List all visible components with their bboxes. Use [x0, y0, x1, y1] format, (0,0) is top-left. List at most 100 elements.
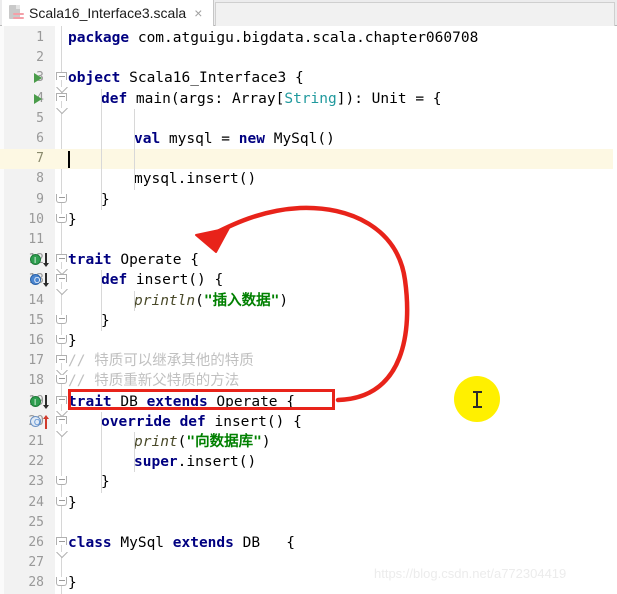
code-text[interactable]: }: [68, 331, 77, 351]
indent-guide: [101, 270, 102, 331]
token-kw: new: [238, 131, 265, 147]
line-number: 2: [36, 50, 44, 66]
code-line-14[interactable]: 14 println("插入数据"): [0, 291, 617, 311]
code-text[interactable]: trait Operate {: [68, 250, 199, 270]
code-line-24[interactable]: 24}: [0, 493, 617, 513]
close-icon[interactable]: ×: [194, 6, 202, 20]
fold-collapse-icon[interactable]: [55, 415, 68, 438]
token-cmt: // 特质重新父特质的方法: [68, 373, 240, 390]
fold-end-icon[interactable]: [55, 335, 68, 348]
code-editor[interactable]: 1 package com.atguigu.bigdata.scala.chapt…: [0, 26, 617, 594]
token-kw: def: [101, 90, 128, 107]
implemented-by-icon[interactable]: O: [30, 273, 51, 288]
fold-end-icon[interactable]: [55, 577, 68, 590]
code-text[interactable]: println("插入数据"): [134, 291, 288, 311]
tab-scala16-interface3[interactable]: Scala16_Interface3.scala ×: [2, 0, 214, 26]
code-text[interactable]: // 特质重新父特质的方法: [68, 371, 239, 391]
mouse-cursor-highlight: [454, 376, 500, 422]
fold-end-icon[interactable]: [55, 193, 68, 207]
code-text[interactable]: }: [68, 573, 77, 593]
fold-collapse-icon[interactable]: [55, 537, 68, 559]
token-kw: extends: [146, 393, 208, 410]
code-text[interactable]: }: [101, 190, 110, 210]
run-icon[interactable]: [34, 93, 42, 104]
code-line-22[interactable]: 22 super.insert(): [0, 452, 617, 472]
fold-collapse-icon[interactable]: [55, 274, 68, 296]
code-text[interactable]: package com.atguigu.bigdata.scala.chapte…: [68, 28, 478, 48]
code-text[interactable]: }: [101, 472, 110, 492]
code-line-23[interactable]: 23}: [0, 472, 617, 492]
fold-end-icon[interactable]: [55, 496, 68, 510]
code-line-1[interactable]: 1 package com.atguigu.bigdata.scala.chapt…: [0, 28, 617, 48]
token-kw: package: [68, 30, 130, 46]
code-line-3[interactable]: 3 object Scala16_Interface3 {: [0, 68, 617, 88]
code-line-5[interactable]: 5: [0, 109, 617, 129]
code-text[interactable]: val mysql = new MySql(): [134, 129, 335, 149]
token-pl: DB {: [233, 535, 295, 551]
code-text[interactable]: mysql.insert(): [134, 169, 256, 189]
fold-end-icon[interactable]: [55, 375, 68, 388]
code-line-26[interactable]: 26 class MySql extends DB {: [0, 533, 617, 553]
token-pl: ]): Unit = {: [336, 90, 442, 107]
token-pl: }: [101, 312, 110, 329]
line-number: 27: [28, 555, 44, 571]
code-text[interactable]: override def insert() {: [101, 412, 302, 432]
code-text[interactable]: }: [101, 311, 110, 331]
line-number: 26: [28, 535, 44, 550]
marker-dot-icon: O: [30, 415, 41, 427]
code-text[interactable]: super.insert(): [134, 452, 256, 472]
token-pl: mysql =: [160, 131, 239, 147]
code-text[interactable]: object Scala16_Interface3 {: [68, 68, 304, 88]
fold-end-icon[interactable]: [55, 314, 68, 328]
fold-collapse-icon[interactable]: [55, 395, 68, 417]
code-text[interactable]: trait DB extends Operate {: [68, 392, 295, 412]
overriding-method-icon[interactable]: O: [30, 414, 51, 429]
scroll-gutter[interactable]: [613, 26, 617, 594]
code-line-21[interactable]: 21 print("向数据库"): [0, 432, 617, 452]
token-pl: Operate {: [207, 393, 295, 410]
code-line-10[interactable]: 10}: [0, 210, 617, 230]
line-number: 18: [28, 373, 44, 389]
code-line-11[interactable]: 11: [0, 230, 617, 250]
code-line-25[interactable]: 25: [0, 513, 617, 533]
token-pl: ): [279, 292, 289, 309]
code-line-8[interactable]: 8 mysql.insert(): [0, 169, 617, 189]
code-line-12[interactable]: 12trait Operate {: [0, 250, 617, 270]
code-text[interactable]: }: [68, 210, 77, 230]
implemented-by-icon[interactable]: I: [30, 394, 51, 409]
code-line-16[interactable]: 16}: [0, 331, 617, 351]
code-line-7[interactable]: 7: [0, 149, 617, 170]
code-line-4[interactable]: 4 def main(args: Array[String]): Unit = {: [0, 89, 617, 109]
code-line-6[interactable]: 6 val mysql = new MySql(): [0, 129, 617, 149]
token-pl: MySql(): [264, 131, 335, 147]
code-text[interactable]: // 特质可以继承其他的特质: [68, 351, 254, 371]
code-text[interactable]: class MySql extends DB {: [68, 533, 295, 553]
token-it: println: [134, 292, 196, 309]
arrow-down-icon: [42, 394, 49, 409]
implemented-by-icon[interactable]: I: [30, 253, 51, 268]
token-typ: String: [284, 90, 337, 107]
run-icon[interactable]: [34, 73, 42, 84]
token-pl: }: [101, 474, 110, 491]
code-line-19[interactable]: 19trait DB extends Operate {: [0, 392, 617, 412]
code-text[interactable]: def main(args: Array[String]): Unit = {: [101, 89, 442, 109]
code-text[interactable]: print("向数据库"): [134, 432, 271, 452]
code-line-2[interactable]: 2: [0, 48, 617, 68]
fold-end-icon[interactable]: [55, 213, 68, 227]
code-line-17[interactable]: 17 // 特质可以继承其他的特质: [0, 351, 617, 371]
fold-collapse-icon[interactable]: [55, 355, 68, 377]
line-number: 16: [28, 333, 44, 348]
code-line-20[interactable]: 20override def insert() {: [0, 412, 617, 432]
code-line-9[interactable]: 9}: [0, 190, 617, 210]
code-line-18[interactable]: 18 // 特质重新父特质的方法: [0, 371, 617, 391]
tab-label: Scala16_Interface3.scala: [29, 5, 187, 21]
fold-collapse-icon[interactable]: [55, 72, 68, 94]
code-text[interactable]: def insert() {: [101, 270, 223, 290]
code-text[interactable]: }: [68, 493, 77, 513]
code-line-13[interactable]: 13def insert() {: [0, 270, 617, 290]
fold-end-icon[interactable]: [55, 476, 68, 489]
fold-collapse-icon[interactable]: [55, 254, 68, 276]
fold-collapse-icon[interactable]: [55, 92, 68, 114]
code-line-15[interactable]: 15}: [0, 311, 617, 331]
token-kw: val: [134, 131, 161, 147]
